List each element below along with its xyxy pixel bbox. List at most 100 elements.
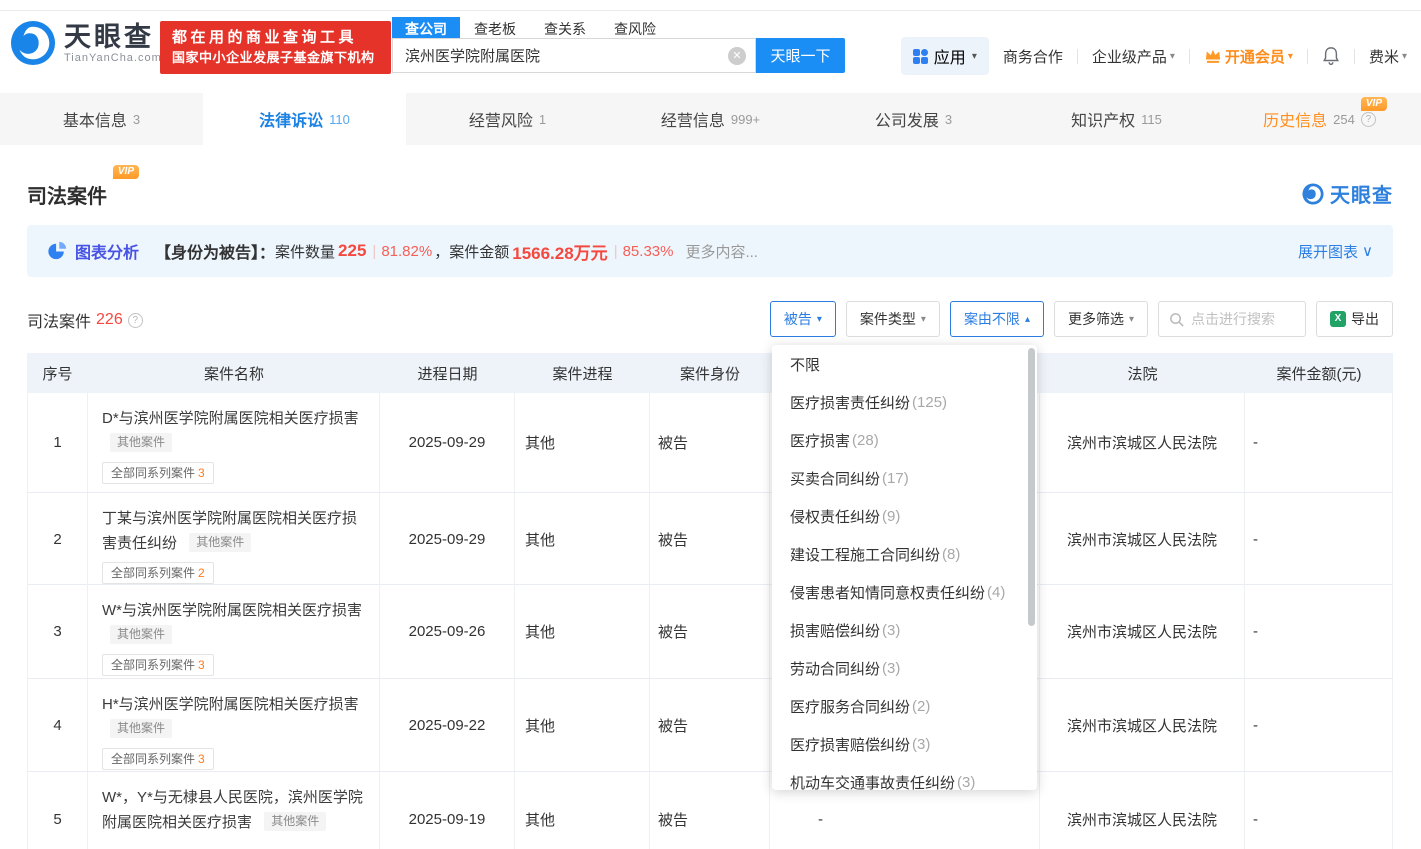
dropdown-option[interactable]: 医疗损害责任纠纷(125) [772, 383, 1037, 421]
page-title: 司法案件 VIP [27, 180, 107, 209]
case-type-tag: 其他案件 [110, 625, 172, 644]
chevron-down-icon: ▾ [921, 314, 926, 325]
search-input[interactable] [392, 38, 756, 73]
vip-badge: VIP [113, 165, 139, 179]
series-cases-tag[interactable]: 全部同系列案件3 [102, 462, 214, 484]
series-cases-tag[interactable]: 全部同系列案件3 [102, 748, 214, 770]
dropdown-option[interactable]: 损害赔偿纠纷(3) [772, 611, 1037, 649]
case-type-filter-button[interactable]: 案件类型 ▾ [846, 301, 940, 337]
case-court[interactable]: 滨州市滨城区人民法院 [1040, 772, 1245, 849]
notification-bell-icon[interactable] [1322, 46, 1340, 66]
case-count-value: 225 [338, 241, 366, 261]
case-identity: 被告 [650, 585, 770, 678]
chart-analysis-bar: 图表分析 【身份为被告】： 案件数量 225 | 81.82% ， 案件金额 1… [27, 225, 1393, 277]
case-court[interactable]: 滨州市滨城区人民法院 [1040, 585, 1245, 678]
brand-domain: TianYanCha.com [64, 52, 162, 64]
search-placeholder: 点击进行搜索 [1191, 309, 1275, 329]
chart-analysis-link[interactable]: 图表分析 [75, 239, 139, 263]
dropdown-option[interactable]: 劳动合同纠纷(3) [772, 649, 1037, 687]
case-amount: - [1245, 679, 1393, 771]
dropdown-option[interactable]: 侵权责任纠纷(9) [772, 497, 1037, 535]
table-search-input[interactable]: 点击进行搜索 [1158, 301, 1306, 337]
case-type-tag: 其他案件 [110, 433, 172, 452]
more-content-link[interactable]: 更多内容... [685, 241, 758, 262]
cause-filter-button[interactable]: 案由不限 ▴ [950, 301, 1044, 337]
help-icon[interactable]: ? [1361, 112, 1376, 127]
row-no: 5 [27, 772, 88, 849]
case-type-tag: 其他案件 [110, 719, 172, 738]
series-cases-tag[interactable]: 全部同系列案件3 [102, 654, 214, 676]
company-section-tabs: 基本信息 3 法律诉讼 110 经营风险 1 经营信息 999+ 公司发展 3 … [0, 93, 1421, 145]
nav-cooperation[interactable]: 商务合作 [1003, 46, 1063, 67]
dropdown-option[interactable]: 医疗服务合同纠纷(2) [772, 687, 1037, 725]
more-filters-button[interactable]: 更多筛选 ▾ [1054, 301, 1148, 337]
case-amount: - [1245, 493, 1393, 585]
tab-legal-proceedings[interactable]: 法律诉讼 110 [203, 93, 406, 145]
dropdown-option[interactable]: 建设工程施工合同纠纷(8) [772, 535, 1037, 573]
promo-banner: 都在用的商业查询工具 国家中小企业发展子基金旗下机构 [160, 21, 391, 74]
case-amount: - [1245, 772, 1393, 849]
dropdown-option[interactable]: 医疗损害(28) [772, 421, 1037, 459]
case-type-tag: 其他案件 [189, 533, 251, 552]
tab-history-info[interactable]: VIP 历史信息 254 ? [1218, 93, 1421, 145]
case-identity: 被告 [650, 679, 770, 771]
site-logo[interactable]: 天眼查 TianYanCha.com [10, 20, 162, 66]
row-no: 2 [27, 493, 88, 585]
clear-search-icon[interactable]: ✕ [728, 47, 746, 65]
site-header: 天眼查 TianYanCha.com 都在用的商业查询工具 国家中小企业发展子基… [0, 11, 1421, 93]
case-date: 2025-09-22 [380, 679, 515, 771]
dropdown-scrollbar[interactable] [1028, 348, 1035, 626]
row-no: 1 [27, 393, 88, 492]
tab-basic-info[interactable]: 基本信息 3 [0, 93, 203, 145]
defendant-filter-button[interactable]: 被告 ▾ [770, 301, 836, 337]
expand-chart-link[interactable]: 展开图表 ∨ [1298, 241, 1373, 262]
nav-divider [1077, 49, 1078, 64]
nav-divider [1354, 49, 1355, 64]
tab-operating-risk[interactable]: 经营风险 1 [406, 93, 609, 145]
case-amount-value: 1566.28万元 [512, 239, 607, 264]
apps-label: 应用 [934, 44, 966, 68]
table-row: 3 W*与滨州医学院附属医院相关医疗损害 其他案件 全部同系列案件3 2025-… [27, 585, 1393, 679]
case-identity: 被告 [650, 493, 770, 585]
case-title-link[interactable]: H*与滨州医学院附属医院相关医疗损害 [102, 696, 359, 713]
export-button[interactable]: X 导出 [1316, 301, 1393, 337]
case-court[interactable]: 滨州市滨城区人民法院 [1040, 679, 1245, 771]
col-progress: 案件进程 [515, 353, 650, 393]
series-cases-tag[interactable]: 全部同系列案件2 [102, 562, 214, 584]
watermark-logo: 天眼查 [1302, 179, 1393, 208]
list-count-label: 司法案件 226 ? [27, 308, 143, 332]
chevron-down-icon: ▾ [817, 314, 822, 325]
tab-business-info[interactable]: 经营信息 999+ [609, 93, 812, 145]
case-date: 2025-09-26 [380, 585, 515, 678]
dropdown-option[interactable]: 医疗损害赔偿纠纷(3) [772, 725, 1037, 763]
promo-line1: 都在用的商业查询工具 [172, 28, 381, 48]
apps-menu[interactable]: 应用 ▾ [901, 37, 989, 75]
dropdown-option[interactable]: 买卖合同纠纷(17) [772, 459, 1037, 497]
search-button[interactable]: 天眼一下 [756, 38, 845, 73]
list-count-value: 226 [96, 311, 123, 329]
nav-enterprise[interactable]: 企业级产品 ▾ [1092, 46, 1175, 67]
case-type-tag: 其他案件 [264, 812, 326, 831]
tab-company-development[interactable]: 公司发展 3 [812, 93, 1015, 145]
case-court[interactable]: 滨州市滨城区人民法院 [1040, 393, 1245, 492]
col-seq: 序号 [27, 353, 88, 393]
dropdown-option[interactable]: 机动车交通事故责任纠纷(3) [772, 763, 1037, 790]
dropdown-option[interactable]: 不限 [772, 345, 1037, 383]
nav-user[interactable]: 费米 ▾ [1369, 46, 1407, 67]
chevron-down-icon: ▾ [1402, 51, 1407, 62]
case-amount-label: 案件金额 [449, 241, 509, 262]
case-title-link[interactable]: D*与滨州医学院附属医院相关医疗损害 [102, 410, 359, 427]
case-title-link[interactable]: W*与滨州医学院附属医院相关医疗损害 [102, 602, 362, 619]
chevron-down-icon: ∨ [1362, 242, 1373, 260]
table-header-row: 序号 案件名称 进程日期 案件进程 案件身份 法院 案件金额(元) [27, 353, 1393, 393]
case-court[interactable]: 滨州市滨城区人民法院 [1040, 493, 1245, 585]
nav-member[interactable]: 开通会员 ▾ [1204, 46, 1293, 67]
excel-icon: X [1330, 311, 1346, 327]
col-identity: 案件身份 [650, 353, 770, 393]
chevron-up-icon: ▴ [1025, 314, 1030, 325]
tab-intellectual-property[interactable]: 知识产权 115 [1015, 93, 1218, 145]
chevron-down-icon: ▾ [1288, 51, 1293, 62]
help-icon[interactable]: ? [128, 313, 143, 328]
dropdown-option[interactable]: 侵害患者知情同意权责任纠纷(4) [772, 573, 1037, 611]
case-progress: 其他 [515, 493, 650, 585]
